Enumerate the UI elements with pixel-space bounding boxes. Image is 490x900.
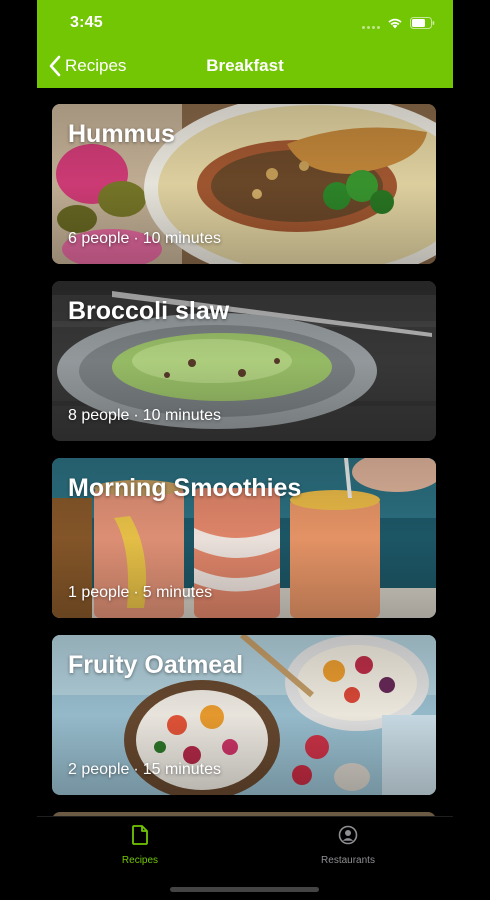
recipe-servings: 2 people <box>68 761 130 778</box>
document-icon <box>132 825 148 845</box>
tab-bar: Recipes Restaurants <box>37 816 453 900</box>
recipe-duration: 5 minutes <box>142 584 213 601</box>
recipe-servings: 6 people <box>68 230 130 247</box>
recipe-title: Morning Smoothies <box>68 474 302 502</box>
meta-separator: · <box>133 230 139 247</box>
recipe-card-hummus[interactable]: Hummus 6 people · 10 minutes <box>52 104 436 264</box>
recipe-meta: 1 people · 5 minutes <box>68 584 212 602</box>
cellular-signal-icon <box>362 17 380 29</box>
recipe-title: Broccoli slaw <box>68 297 230 325</box>
status-time: 3:45 <box>70 14 103 31</box>
recipe-card-morning-smoothies[interactable]: Morning Smoothies 1 people · 5 minutes <box>52 458 436 618</box>
recipe-servings: 1 people <box>68 584 130 601</box>
recipe-meta: 2 people · 15 minutes <box>68 761 221 779</box>
recipe-card-broccoli-slaw[interactable]: Broccoli slaw 8 people · 10 minutes <box>52 281 436 441</box>
tab-recipes[interactable]: Recipes <box>80 825 200 866</box>
meta-separator: · <box>133 584 139 601</box>
wifi-icon <box>388 18 402 29</box>
recipe-title: Fruity Oatmeal <box>68 651 244 679</box>
tab-restaurants-label: Restaurants <box>321 855 375 866</box>
recipe-duration: 10 minutes <box>142 407 221 424</box>
recipe-title: Hummus <box>68 120 175 148</box>
recipe-meta: 8 people · 10 minutes <box>68 407 221 425</box>
recipe-list: Hummus 6 people · 10 minutes Broccoli sl… <box>52 104 436 826</box>
status-indicators <box>362 15 435 31</box>
recipe-servings: 8 people <box>68 407 130 424</box>
home-indicator <box>170 887 319 892</box>
recipe-duration: 10 minutes <box>142 230 221 247</box>
recipe-meta: 6 people · 10 minutes <box>68 230 221 248</box>
tab-recipes-label: Recipes <box>121 855 159 866</box>
page-title: Breakfast <box>206 56 284 75</box>
navigation-bar: 3:45 Recipes Breakfast <box>37 0 453 88</box>
recipe-duration: 15 minutes <box>142 761 221 778</box>
recipe-card-fruity-oatmeal[interactable]: Fruity Oatmeal 2 people · 15 minutes <box>52 635 436 795</box>
phone-screen: 3:45 Recipes Breakfast Hummus 6 people ·… <box>37 0 453 900</box>
meta-separator: · <box>133 407 139 424</box>
meta-separator: · <box>133 761 139 778</box>
tab-restaurants[interactable]: Restaurants <box>288 825 408 866</box>
battery-icon <box>410 17 435 29</box>
person-circle-icon <box>338 825 358 845</box>
